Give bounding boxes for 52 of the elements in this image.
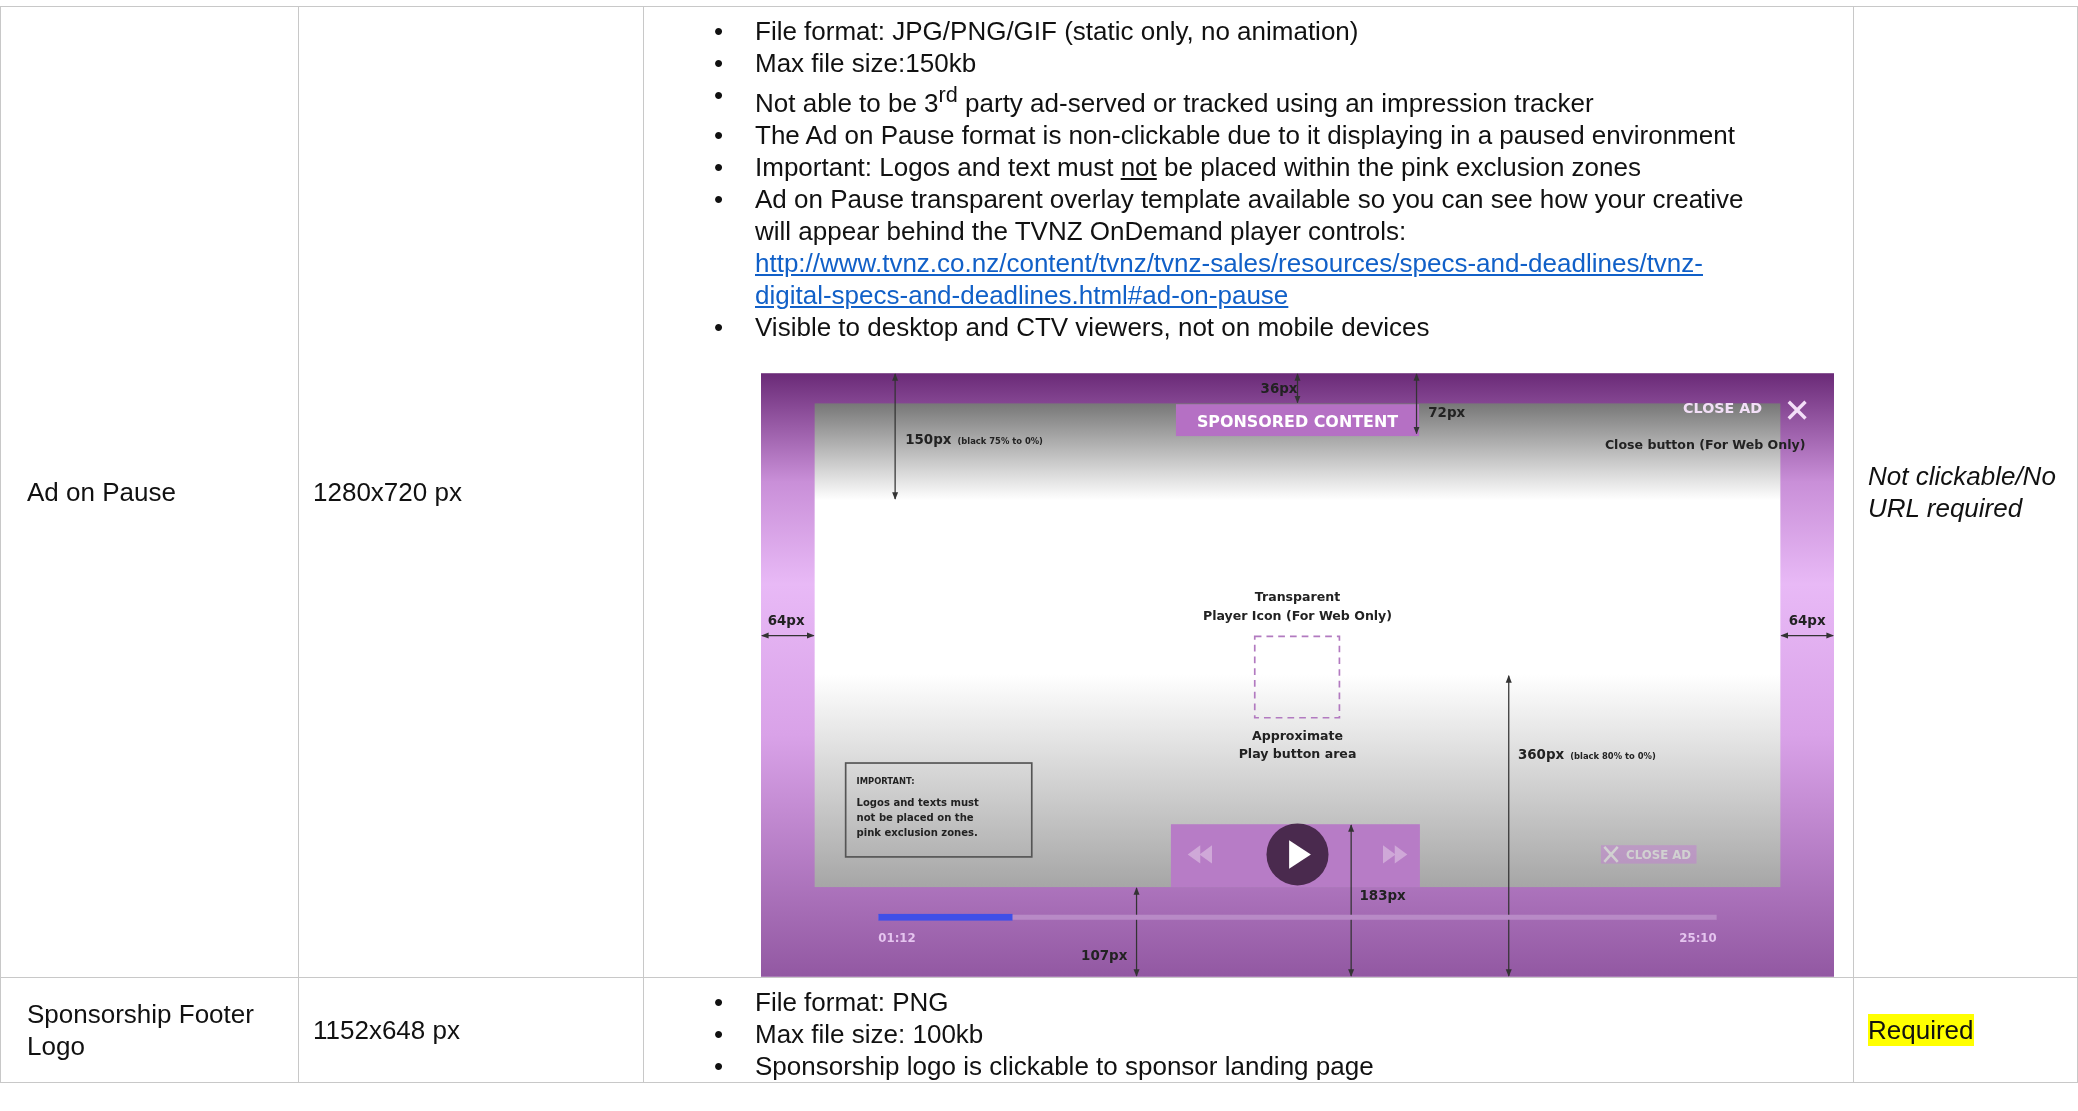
dimension-label: 64px <box>1788 612 1826 628</box>
spec-item: Visible to desktop and CTV viewers, not on mobile devices <box>755 310 1431 343</box>
spec-item: Not able to be 3$^{rd}$ party ad-served or tracked using an impression tracker <box>755 81 1595 119</box>
dimension-arrow <box>1780 632 1834 639</box>
close-icon <box>1787 400 1807 420</box>
sponsored-content-badge: SPONSORED CONTENT <box>1175 403 1420 436</box>
spec-item: Sponsorship logo is clickable to sponsor landing page <box>755 1049 1375 1082</box>
rewind-icon <box>1187 844 1212 864</box>
player-icon-note: Transparent Player Icon (For Web Only) <box>1202 588 1393 623</box>
fast-forward-icon <box>1383 844 1408 864</box>
close-ad-button-drawing: CLOSE AD <box>1600 844 1697 864</box>
dimension-label: 72px <box>1428 404 1466 420</box>
dimension-arrow <box>1413 372 1420 434</box>
list-bullet: • <box>714 985 725 1018</box>
close-button-note: Close button (For Web Only) <box>1604 436 1806 452</box>
duration-time: 25:10 <box>1679 931 1717 946</box>
note-title: IMPORTANT: <box>856 775 915 786</box>
dimensions: 1280x720 px <box>313 475 462 508</box>
spec-item: File format: JPG/PNG/GIF (static only, no animation) <box>755 15 1360 47</box>
play-icon <box>1266 823 1329 886</box>
important-note: Logos and texts must not be placed on the pink exclusion zones. <box>856 796 979 838</box>
list-bullet: • <box>714 1017 725 1050</box>
click-through-note: Not clickable/No URL required <box>1868 459 2057 524</box>
play-area-note: Approximate Play button area <box>1238 727 1357 761</box>
dimension-label: 183px <box>1359 887 1406 903</box>
close-ad-label: CLOSE AD <box>1683 399 1763 416</box>
dimension-label: 36px <box>1260 381 1298 396</box>
spec-item: Ad on Pause transparent overlay template available so you can see how your creative will appear behind the TVNZ OnDemand player controls: http://www.tvnz.co.nz/content/tvnz/tvnz-sales/resources/specs-and-deadlines/tvnz-digital-specs-and-deadlines.html#ad-on-pause <box>755 182 1768 311</box>
spec-item: Important: Logos and text must not be placed within the pink exclusion zones <box>755 150 1642 183</box>
dimension-label: 360px (black 80% to 0%) <box>1517 746 1656 762</box>
spec-item: File format: PNG <box>755 985 950 1018</box>
spec-item: Max file size: 100kb <box>755 1017 985 1050</box>
elapsed-time: 01:12 <box>878 931 916 946</box>
required-highlight: Required <box>1868 1013 1974 1046</box>
list-bullet: • <box>714 79 725 111</box>
list-bullet: • <box>714 15 725 47</box>
format-name: Ad on Pause <box>27 475 176 508</box>
spec-item: Max file size:150kb <box>755 47 978 79</box>
list-bullet: • <box>714 182 725 215</box>
list-bullet: • <box>714 118 725 151</box>
dimension-label: 107px <box>1081 947 1128 963</box>
list-bullet: • <box>714 47 725 79</box>
dimension-arrow <box>761 632 815 639</box>
spec-item: The Ad on Pause format is non-clickable due to it displaying in a paused environment <box>755 118 1736 151</box>
dimensions: 1152x648 px <box>313 1013 460 1046</box>
list-bullet: • <box>714 150 725 183</box>
dimension-label: 150px (black 75% to 0%) <box>905 431 1043 447</box>
list-bullet: • <box>714 1049 725 1082</box>
list-bullet: • <box>714 310 725 343</box>
format-name: Sponsorship Footer Logo <box>27 997 255 1062</box>
link[interactable]: http://www.tvnz.co.nz/content/tvnz/tvnz-sales/resources/specs-and-deadlines/tvnz-digital-specs-and-deadlines.html#ad-on-pause <box>755 246 1768 311</box>
dimension-label: 64px <box>767 612 805 628</box>
